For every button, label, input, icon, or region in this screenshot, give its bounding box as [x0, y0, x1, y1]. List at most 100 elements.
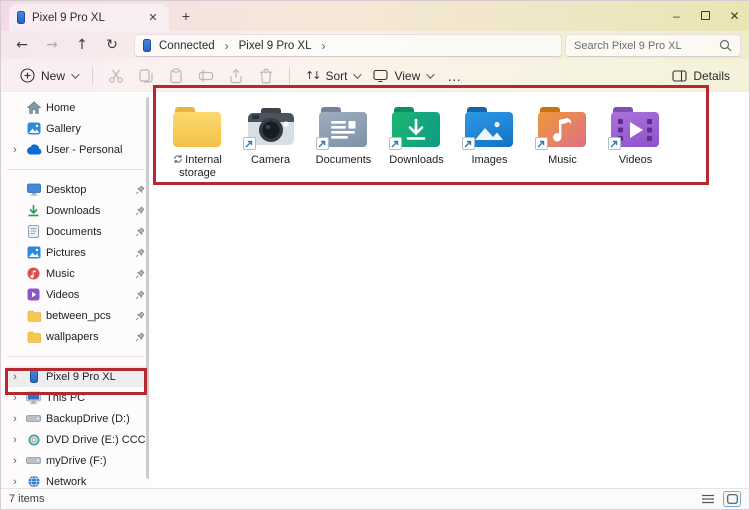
sidebar-item-wallpapers[interactable]: wallpapers	[1, 326, 151, 347]
copy-button[interactable]	[131, 63, 161, 89]
details-button[interactable]: Details	[665, 63, 737, 89]
chevron-down-icon	[426, 70, 434, 78]
expander-chevron-icon[interactable]: ›	[9, 144, 21, 156]
sidebar-item-this-pc[interactable]: › This PC	[1, 387, 151, 408]
tab-bar: Pixel 9 Pro XL ✕ + – ✕	[1, 1, 749, 31]
sidebar-item-dvd-drive-e[interactable]: › DVD Drive (E:) CCCOMA_X64F	[1, 429, 151, 450]
status-bar: 7 items	[1, 488, 749, 509]
rename-icon	[198, 68, 214, 84]
sort-button-label: Sort	[325, 69, 347, 83]
expander-chevron-icon[interactable]: ›	[9, 413, 21, 425]
expander-chevron-icon[interactable]: ›	[9, 476, 21, 488]
breadcrumb-connected[interactable]: Connected	[159, 40, 215, 52]
paste-button[interactable]	[161, 63, 191, 89]
file-explorer-window: Pixel 9 Pro XL ✕ + – ✕ ← → ↑ ↻ Connected…	[0, 0, 750, 510]
sidebar-item-pictures[interactable]: Pictures	[1, 242, 151, 263]
maximize-icon	[701, 11, 710, 20]
back-button[interactable]: ←	[9, 37, 35, 53]
details-view-toggle[interactable]	[699, 491, 717, 507]
drive-icon	[25, 411, 42, 427]
expander-chevron-icon[interactable]: ›	[9, 455, 21, 467]
phone-icon	[25, 369, 42, 385]
expander-chevron-icon[interactable]: ›	[9, 371, 21, 383]
address-bar[interactable]: Connected › Pixel 9 Pro XL ›	[134, 34, 562, 57]
refresh-button[interactable]: ↻	[99, 37, 125, 53]
file-item-camera[interactable]: Camera	[234, 103, 307, 180]
sidebar-divider	[7, 169, 145, 170]
close-button[interactable]: ✕	[720, 1, 749, 30]
sidebar-item-mydrive-f[interactable]: › myDrive (F:)	[1, 450, 151, 471]
gallery-icon	[25, 121, 42, 137]
item-count-label: 7 items	[9, 493, 44, 505]
file-item-documents[interactable]: Documents	[307, 103, 380, 180]
toolbar-separator	[289, 67, 290, 85]
breadcrumb-pixel-9-pro-xl[interactable]: Pixel 9 Pro XL	[239, 40, 312, 52]
new-tab-button[interactable]: +	[177, 8, 195, 26]
shortcut-arrow-icon	[243, 137, 256, 150]
new-button[interactable]: New	[13, 63, 84, 89]
file-item-music[interactable]: Music	[526, 103, 599, 180]
shortcut-arrow-icon	[462, 137, 475, 150]
forward-button[interactable]: →	[39, 37, 65, 53]
navigation-bar: ← → ↑ ↻ Connected › Pixel 9 Pro XL ›	[1, 31, 749, 59]
expander-chevron-icon[interactable]: ›	[9, 434, 21, 446]
command-toolbar: New ↑↓	[1, 59, 749, 92]
view-button[interactable]: View	[366, 63, 439, 89]
rename-button[interactable]	[191, 63, 221, 89]
sidebar-item-between-pcs[interactable]: between_pcs	[1, 305, 151, 326]
file-item-images[interactable]: Images	[453, 103, 526, 180]
paste-icon	[168, 68, 184, 84]
sidebar-item-user-personal[interactable]: › User - Personal	[1, 139, 151, 160]
thumbnail-view-icon	[727, 494, 738, 504]
shortcut-arrow-icon	[389, 137, 402, 150]
navigation-pane: Home Gallery › User - Personal	[1, 93, 151, 490]
sidebar-item-home[interactable]: Home	[1, 97, 151, 118]
sidebar-item-desktop[interactable]: Desktop	[1, 179, 151, 200]
minimize-button[interactable]: –	[662, 1, 691, 30]
videos-icon	[25, 287, 42, 303]
search-input[interactable]	[574, 40, 719, 52]
more-options-button[interactable]: …	[439, 68, 470, 84]
search-box[interactable]	[565, 34, 741, 57]
maximize-button[interactable]	[691, 1, 720, 30]
file-item-videos[interactable]: Videos	[599, 103, 672, 180]
plus-circle-icon	[20, 68, 35, 83]
cut-button[interactable]	[101, 63, 131, 89]
file-item-label: Images	[471, 154, 507, 167]
sidebar-item-music[interactable]: Music	[1, 263, 151, 284]
file-item-downloads[interactable]: Downloads	[380, 103, 453, 180]
tab-close-icon[interactable]: ✕	[145, 10, 161, 26]
shortcut-arrow-icon	[608, 137, 621, 150]
expander-chevron-icon[interactable]: ›	[9, 392, 21, 404]
sidebar-item-documents[interactable]: Documents	[1, 221, 151, 242]
tab-pixel-9-pro-xl[interactable]: Pixel 9 Pro XL ✕	[9, 4, 169, 31]
file-item-label: Camera	[251, 154, 290, 167]
sidebar-scrollbar[interactable]	[146, 97, 149, 479]
sidebar-item-gallery[interactable]: Gallery	[1, 118, 151, 139]
dvd-drive-icon	[25, 432, 42, 448]
sort-button[interactable]: ↑↓ Sort	[298, 63, 366, 89]
sidebar-item-videos[interactable]: Videos	[1, 284, 151, 305]
sidebar-item-downloads[interactable]: Downloads	[1, 200, 151, 221]
sort-arrows-icon: ↑↓	[305, 69, 319, 82]
sidebar-item-backupdrive-d[interactable]: › BackupDrive (D:)	[1, 408, 151, 429]
trash-icon	[258, 68, 274, 84]
phone-icon	[143, 39, 151, 52]
shortcut-arrow-icon	[535, 137, 548, 150]
up-button[interactable]: ↑	[69, 37, 95, 53]
file-list-pane[interactable]: Internal storage	[151, 93, 749, 490]
search-icon	[719, 39, 732, 52]
explorer-body: Home Gallery › User - Personal	[1, 93, 749, 490]
file-item-label: Internal storage	[166, 154, 230, 180]
share-button[interactable]	[221, 63, 251, 89]
delete-button[interactable]	[251, 63, 281, 89]
large-icons-view-toggle[interactable]	[723, 491, 741, 507]
file-grid: Internal storage	[151, 93, 749, 180]
file-item-label: Downloads	[389, 154, 443, 167]
sidebar-item-pixel-9-pro-xl[interactable]: › Pixel 9 Pro XL	[5, 366, 147, 387]
file-item-internal-storage[interactable]: Internal storage	[161, 103, 234, 180]
list-view-icon	[702, 494, 714, 504]
desktop-icon	[25, 182, 42, 198]
window-controls: – ✕	[662, 1, 749, 31]
new-button-label: New	[41, 69, 65, 83]
